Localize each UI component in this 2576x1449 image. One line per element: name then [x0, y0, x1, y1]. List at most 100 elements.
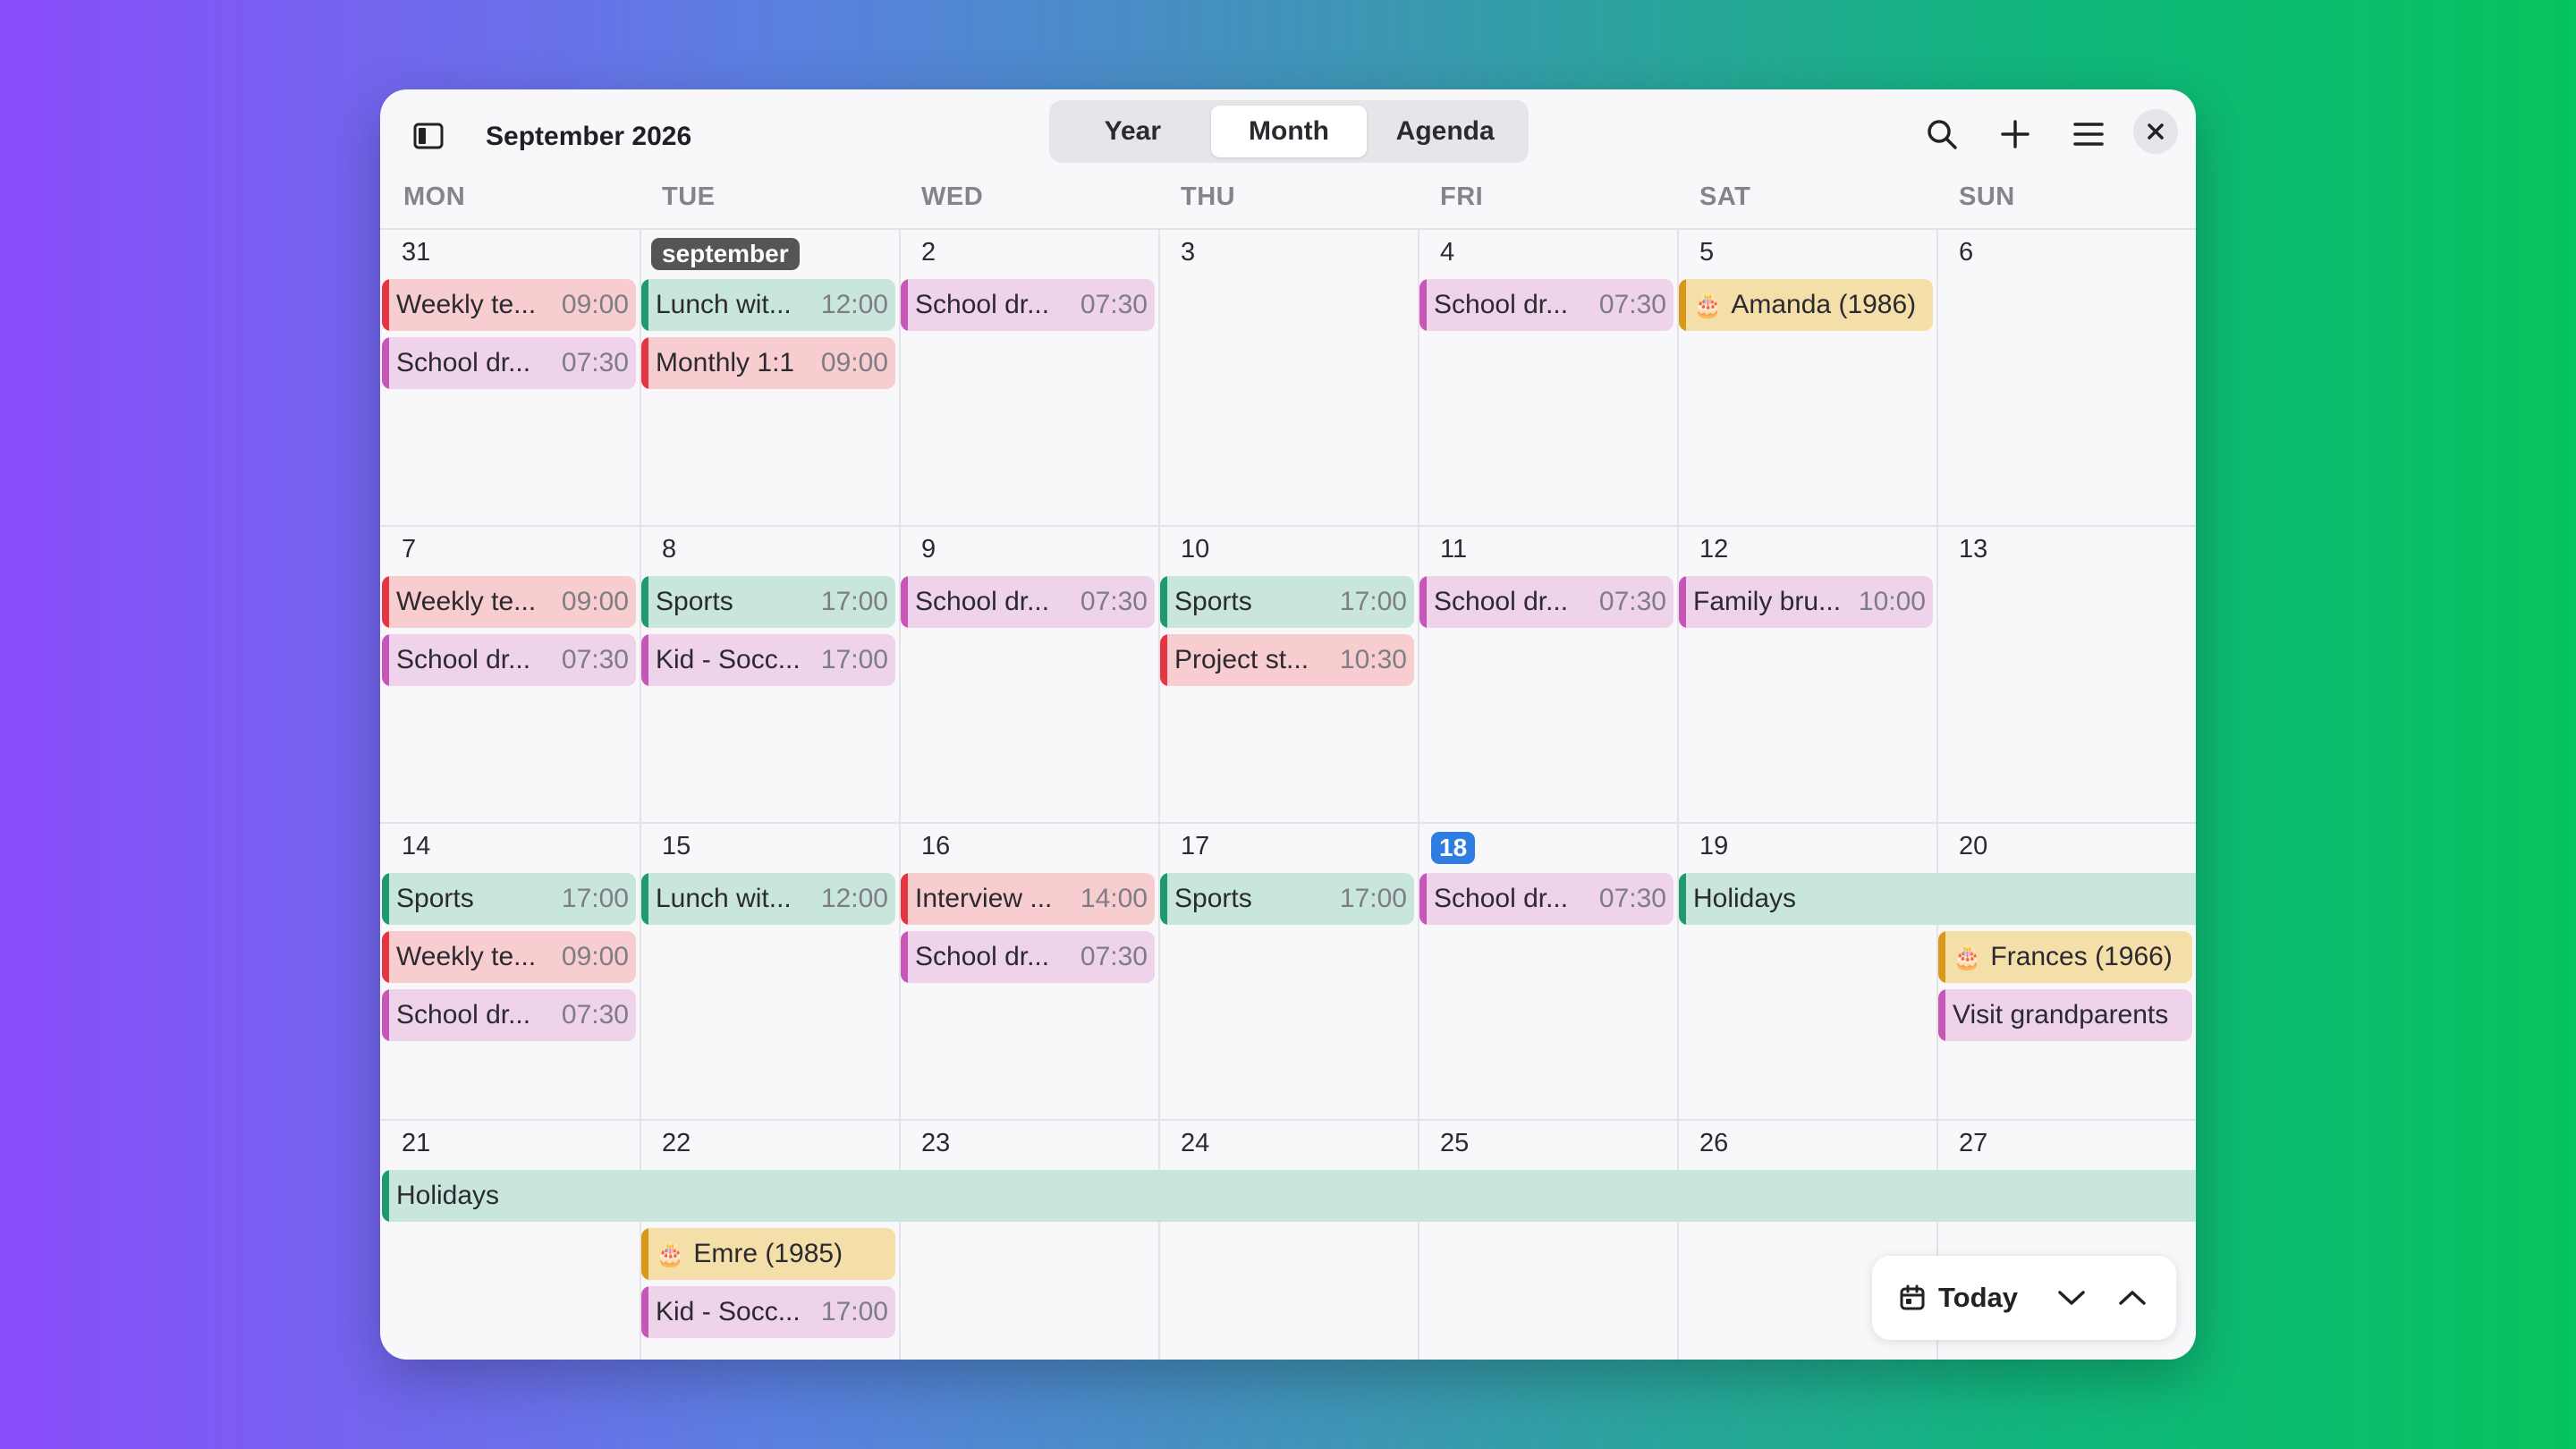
day-number[interactable]: 9 [921, 531, 936, 567]
day-number[interactable]: 31 [402, 234, 430, 270]
event-chip[interactable]: Sports 17:00 [641, 576, 895, 628]
day-number[interactable]: 13 [1959, 531, 1987, 567]
day-number[interactable]: 24 [1181, 1125, 1209, 1161]
day-number[interactable]: 20 [1959, 828, 1987, 864]
sidebar-icon [413, 123, 444, 149]
event-chip[interactable]: School dr... 07:30 [1419, 873, 1674, 925]
day-number[interactable]: 2 [921, 234, 936, 270]
tab-month[interactable]: Month [1210, 106, 1368, 157]
close-button[interactable] [2133, 109, 2178, 154]
event-chip[interactable]: Visit grandparents [1938, 989, 2192, 1041]
event-chip[interactable]: Weekly te... 09:00 [382, 279, 636, 331]
event-title: Family bru... [1693, 587, 1842, 616]
event-chip[interactable]: School dr... 07:30 [901, 931, 1155, 983]
day-number[interactable]: 7 [402, 531, 416, 567]
event-title: Weekly te... [396, 290, 537, 319]
birthday-event-chip[interactable]: 🎂 Emre (1985) [641, 1228, 895, 1280]
event-chip[interactable]: Lunch wit... 12:00 [641, 279, 895, 331]
day-number[interactable]: 6 [1959, 234, 1973, 270]
event-time: 17:00 [561, 884, 629, 913]
day-number[interactable]: 23 [921, 1125, 950, 1161]
event-title: Kid - Socc... [656, 1297, 801, 1326]
event-title: School dr... [1434, 290, 1569, 319]
day-number[interactable]: 22 [662, 1125, 691, 1161]
day-number[interactable]: 25 [1440, 1125, 1469, 1161]
event-title: School dr... [1434, 884, 1569, 913]
event-chip[interactable]: Monthly 1:1 09:00 [641, 337, 895, 389]
birthday-event-chip[interactable]: 🎂 Frances (1966) [1938, 931, 2192, 983]
day-number[interactable]: 5 [1699, 234, 1714, 270]
birthday-cake-icon: 🎂 [1953, 943, 1982, 970]
tab-agenda[interactable]: Agenda [1367, 106, 1523, 157]
event-chip[interactable]: School dr... 07:30 [382, 634, 636, 686]
event-time: 07:30 [1598, 290, 1666, 319]
event-title: Sports [1174, 587, 1252, 616]
event-title: School dr... [1434, 587, 1569, 616]
event-chip[interactable]: School dr... 07:30 [382, 989, 636, 1041]
event-chip[interactable]: Lunch wit... 12:00 [641, 873, 895, 925]
calendar-icon [1900, 1284, 1925, 1310]
sidebar-toggle-button[interactable] [405, 113, 452, 159]
event-time: 17:00 [820, 645, 888, 674]
event-title: Emre (1985) [693, 1239, 843, 1268]
event-chip[interactable]: Project st... 10:30 [1160, 634, 1414, 686]
event-chip[interactable]: Weekly te... 09:00 [382, 576, 636, 628]
event-title: Lunch wit... [656, 884, 792, 913]
multi-day-event-chip[interactable]: Holidays [1679, 873, 2196, 925]
event-title: School dr... [915, 587, 1050, 616]
day-number[interactable]: 15 [662, 828, 691, 864]
event-time: 12:00 [820, 884, 888, 913]
tab-year[interactable]: Year [1055, 106, 1211, 157]
day-number[interactable]: 27 [1959, 1125, 1987, 1161]
chevron-up-icon [2119, 1291, 2146, 1305]
event-chip[interactable]: School dr... 07:30 [901, 279, 1155, 331]
event-chip[interactable]: Interview ... 14:00 [901, 873, 1155, 925]
event-time: 07:30 [1080, 587, 1148, 616]
day-number[interactable]: 8 [662, 531, 676, 567]
day-number[interactable]: 16 [921, 828, 950, 864]
day-number[interactable]: 17 [1181, 828, 1209, 864]
grid-divider [380, 525, 2196, 527]
event-chip[interactable]: Sports 17:00 [1160, 873, 1414, 925]
event-time: 07:30 [1598, 587, 1666, 616]
event-chip[interactable]: School dr... 07:30 [1419, 576, 1674, 628]
today-button[interactable]: Today [1899, 1282, 2018, 1314]
event-chip[interactable]: Sports 17:00 [382, 873, 636, 925]
day-number[interactable]: 19 [1699, 828, 1728, 864]
event-title: School dr... [396, 1000, 531, 1030]
event-title: Frances (1966) [1990, 942, 2173, 971]
previous-month-button[interactable] [2108, 1274, 2157, 1322]
birthday-event-chip[interactable]: 🎂 Amanda (1986) [1679, 279, 1933, 331]
multi-day-event-chip[interactable]: Holidays [382, 1170, 2196, 1222]
event-time: 10:30 [1339, 645, 1407, 674]
menu-button[interactable] [2063, 109, 2114, 159]
day-number[interactable]: 21 [402, 1125, 430, 1161]
event-chip[interactable]: Sports 17:00 [1160, 576, 1414, 628]
day-number[interactable]: 4 [1440, 234, 1454, 270]
add-event-button[interactable] [1990, 109, 2040, 159]
day-number[interactable]: 3 [1181, 234, 1195, 270]
event-chip[interactable]: Family bru... 10:00 [1679, 576, 1933, 628]
day-number[interactable]: 11 [1440, 531, 1467, 567]
event-chip[interactable]: Weekly te... 09:00 [382, 931, 636, 983]
event-time: 09:00 [561, 290, 629, 319]
weekday-tue: TUE [662, 182, 716, 211]
event-chip[interactable]: School dr... 07:30 [1419, 279, 1674, 331]
day-number[interactable]: 12 [1699, 531, 1728, 567]
page-title: September 2026 [486, 122, 692, 151]
event-time: 09:00 [561, 942, 629, 971]
event-chip[interactable]: Kid - Socc... 17:00 [641, 1286, 895, 1338]
day-number[interactable]: 10 [1181, 531, 1209, 567]
event-chip[interactable]: Kid - Socc... 17:00 [641, 634, 895, 686]
event-title: Holidays [1693, 884, 1797, 913]
event-chip[interactable]: School dr... 07:30 [382, 337, 636, 389]
event-chip[interactable]: School dr... 07:30 [901, 576, 1155, 628]
month-start-badge[interactable]: september [651, 238, 800, 270]
day-number[interactable]: 14 [402, 828, 430, 864]
day-number[interactable]: 26 [1699, 1125, 1728, 1161]
next-month-button[interactable] [2047, 1274, 2096, 1322]
today-day-number[interactable]: 18 [1431, 832, 1476, 864]
search-button[interactable] [1917, 109, 1967, 159]
plus-icon [2001, 120, 2029, 148]
weekday-fri: FRI [1440, 182, 1484, 211]
